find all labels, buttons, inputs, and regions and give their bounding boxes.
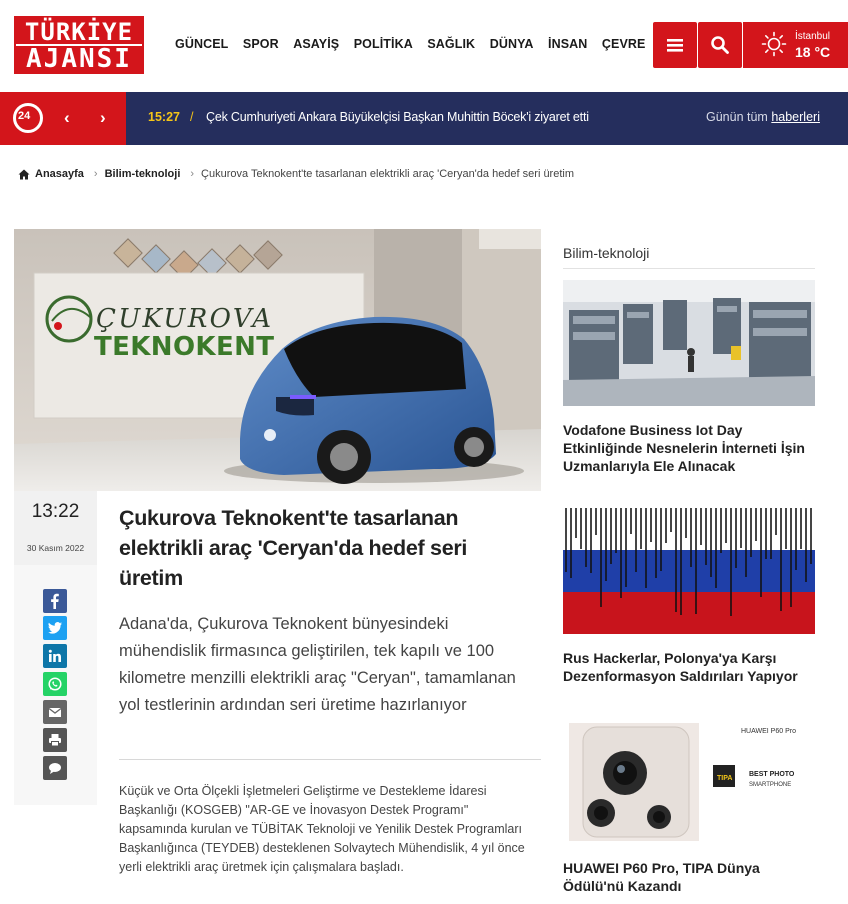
share-bar [14, 565, 97, 805]
print-button[interactable] [43, 728, 67, 752]
nav-item-insan[interactable]: İNSAN [548, 37, 587, 51]
nav-item-saglik[interactable]: SAĞLIK [427, 37, 475, 51]
linkedin-icon [48, 649, 61, 662]
share-whatsapp-button[interactable] [43, 672, 67, 696]
huawei-brand-text: HUAWEI P60 Pro [741, 728, 796, 735]
sign-teknokent-text: TEKNOKENT [94, 332, 274, 362]
weather-city: İstanbul [795, 31, 831, 42]
sign-cukurova-text: ÇUKUROVA [96, 304, 271, 334]
breaking-news-ticker: 24 ‹ › 15:27 / Çek Cumhuriyeti Ankara Bü… [0, 92, 848, 145]
logo-line-1: TÜRKİYE [24, 18, 134, 46]
sidebar-card-title-2[interactable]: Rus Hackerlar, Polonya'ya Karşı Dezenfor… [563, 649, 815, 685]
article-datetime: 13:22 30 Kasım 2022 [14, 491, 97, 565]
logo-line-2: AJANSI [26, 44, 132, 74]
iot-lab-photo [563, 280, 815, 406]
breadcrumb: Anasayfa › Bilim-teknoloji › Çukurova Te… [18, 168, 574, 180]
sidebar-card-image-1[interactable] [563, 280, 815, 406]
search-icon [711, 36, 729, 54]
russian-flag-code-image [563, 508, 815, 634]
nav-item-asayis[interactable]: ASAYİŞ [293, 37, 339, 51]
email-icon [48, 707, 62, 717]
sidebar-card-image-3[interactable]: HUAWEI P60 Pro TIPA BEST PHOTO SMARTPHON… [563, 721, 815, 847]
comment-icon [49, 763, 61, 774]
print-icon [49, 734, 61, 747]
home-icon [18, 169, 30, 179]
nav-item-dunya[interactable]: DÜNYA [490, 37, 534, 51]
site-logo[interactable]: TÜRKİYE AJANSI [14, 16, 144, 74]
article-date: 30 Kasım 2022 [26, 543, 85, 553]
ticker-next-button[interactable]: › [100, 108, 106, 128]
article-hero-image: ÇUKUROVA TEKNOKENT [14, 229, 541, 491]
article-divider [119, 759, 541, 760]
search-button[interactable] [698, 22, 742, 68]
breadcrumb-current: Çukurova Teknokent'te tasarlanan elektri… [201, 168, 574, 180]
article-body: Küçük ve Orta Ölçekli İşletmeleri Gelişt… [119, 784, 525, 874]
ticker-headline[interactable]: Çek Cumhuriyeti Ankara Büyükelçisi Başka… [206, 110, 589, 124]
award-line-2: SMARTPHONE [749, 782, 791, 788]
nav-item-politika[interactable]: POLİTİKA [354, 37, 413, 51]
comment-button[interactable] [43, 756, 67, 780]
nav-item-spor[interactable]: SPOR [243, 37, 279, 51]
weather-widget[interactable]: İstanbul 18 °C [743, 22, 848, 68]
weather-temp: 18 °C [795, 44, 831, 60]
main-nav: GÜNCEL SPOR ASAYİŞ POLİTİKA SAĞLIK DÜNYA… [175, 37, 660, 51]
ticker-controls: 24 ‹ › [0, 92, 126, 145]
share-email-button[interactable] [43, 700, 67, 724]
sidebar-card-image-2[interactable] [563, 508, 815, 634]
electric-car-photo: ÇUKUROVA TEKNOKENT [14, 229, 541, 491]
facebook-icon [51, 593, 59, 609]
all-news-link[interactable]: Günün tüm haberleri [706, 110, 820, 124]
tipa-badge-text: TIPA [717, 775, 732, 782]
24-hour-icon: 24 [13, 103, 43, 133]
huawei-phone-image: HUAWEI P60 Pro TIPA BEST PHOTO SMARTPHON… [563, 721, 815, 847]
article-lead: Adana'da, Çukurova Teknokent bünyesindek… [119, 615, 516, 714]
sidebar-heading[interactable]: Bilim-teknoloji [563, 245, 649, 261]
site-header: TÜRKİYE AJANSI GÜNCEL SPOR ASAYİŞ POLİTİ… [0, 0, 848, 92]
breadcrumb-home[interactable]: Anasayfa [35, 168, 84, 180]
ticker-time: 15:27 [148, 110, 180, 124]
nav-item-cevre[interactable]: ÇEVRE [602, 37, 646, 51]
award-line-1: BEST PHOTO [749, 771, 795, 778]
ticker-separator: / [190, 110, 194, 124]
sidebar-card-title-1[interactable]: Vodafone Business Iot Day Etkinliğinde N… [563, 421, 815, 475]
breadcrumb-category[interactable]: Bilim-teknoloji [105, 168, 181, 180]
hamburger-icon [667, 39, 683, 52]
share-linkedin-button[interactable] [43, 644, 67, 668]
article-title: Çukurova Teknokent'te tasarlanan elektri… [119, 506, 468, 590]
share-facebook-button[interactable] [43, 589, 67, 613]
sidebar-card-title-3[interactable]: HUAWEI P60 Pro, TIPA Dünya Ödülü'nü Kaza… [563, 859, 815, 895]
nav-item-guncel[interactable]: GÜNCEL [175, 37, 228, 51]
share-twitter-button[interactable] [43, 616, 67, 640]
whatsapp-icon [48, 677, 62, 691]
twitter-icon [48, 622, 62, 634]
article-time: 13:22 [31, 501, 80, 522]
ticker-prev-button[interactable]: ‹ [64, 108, 70, 128]
sidebar-divider [563, 268, 815, 269]
sun-icon [761, 31, 787, 57]
menu-button[interactable] [653, 22, 697, 68]
